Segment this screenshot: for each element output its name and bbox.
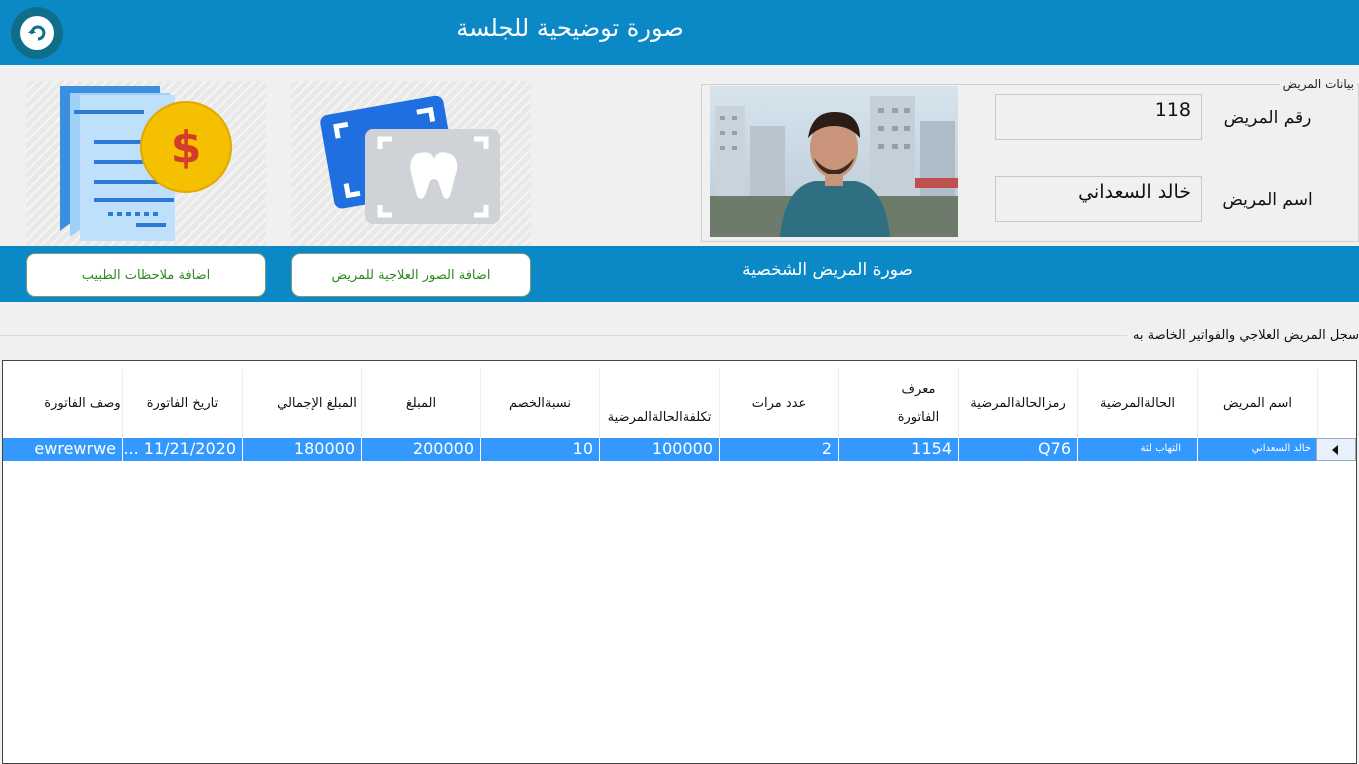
column-header[interactable]: تكلفةالحالةالمرضية xyxy=(600,369,720,438)
treatment-images-tile[interactable] xyxy=(291,81,531,247)
cell-total[interactable]: 180000 xyxy=(243,438,362,461)
column-header[interactable]: وصف الفاتورة xyxy=(3,369,123,438)
row-pointer-icon xyxy=(1332,445,1338,455)
patient-photo xyxy=(710,86,958,237)
column-header[interactable]: رمزالحالةالمرضية xyxy=(959,369,1078,438)
column-header[interactable]: المبلغ xyxy=(362,369,481,438)
cell-condition[interactable]: التهاب لثة xyxy=(1078,438,1198,461)
table-row[interactable]: خالد السعداني التهاب لثة Q76 1154 2 1000… xyxy=(3,438,1356,461)
patient-id-field[interactable]: 118 xyxy=(995,94,1202,140)
svg-text:$: $ xyxy=(171,122,202,173)
records-grid[interactable]: اسم المريض الحالةالمرضية رمزالحالةالمرضي… xyxy=(2,360,1357,764)
back-button[interactable] xyxy=(11,7,63,59)
patient-info-legend: بيانات المريض xyxy=(1279,77,1357,91)
cell-invoice-id[interactable]: 1154 xyxy=(839,438,959,461)
invoice-document-icon: $ xyxy=(60,86,232,241)
undo-arrow-icon xyxy=(20,16,54,50)
page-title: صورة توضيحية للجلسة xyxy=(456,14,684,42)
cell-condition-code[interactable]: Q76 xyxy=(959,438,1078,461)
column-header[interactable]: الحالةالمرضية xyxy=(1078,369,1198,438)
column-header[interactable]: تاريخ الفاتورة xyxy=(123,369,243,438)
cell-discount[interactable]: 10 xyxy=(481,438,600,461)
patient-id-label: رقم المريض xyxy=(1223,108,1312,128)
cell-patient-name[interactable]: خالد السعداني xyxy=(1198,438,1318,461)
grid-header: اسم المريض الحالةالمرضية رمزالحالةالمرضي… xyxy=(3,361,1356,438)
column-header[interactable]: عدد مرات xyxy=(720,369,839,438)
patient-name-field[interactable]: خالد السعداني xyxy=(995,176,1202,222)
cell-invoice-date[interactable]: 11/21/2020 ... xyxy=(123,438,243,461)
cell-count[interactable]: 2 xyxy=(720,438,839,461)
column-header[interactable]: اسم المريض xyxy=(1198,369,1318,438)
cell-invoice-description[interactable]: ewrewrwe xyxy=(3,438,123,461)
add-treatment-images-button[interactable]: اضافة الصور العلاجية للمريض xyxy=(291,253,531,297)
add-doctor-notes-button[interactable]: اضافة ملاحظات الطبيب xyxy=(26,253,266,297)
patient-photo-caption: صورة المريض الشخصية xyxy=(742,260,913,280)
cell-amount[interactable]: 200000 xyxy=(362,438,481,461)
column-header[interactable]: معرف الفاتورة xyxy=(839,369,959,438)
column-header[interactable]: المبلغ الإجمالي xyxy=(243,369,362,438)
cell-condition-cost[interactable]: 100000 xyxy=(600,438,720,461)
header-bar: صورة توضيحية للجلسة xyxy=(0,0,1359,65)
column-header[interactable]: نسبةالخصم xyxy=(481,369,600,438)
records-title: سجل المريض العلاجي والفواتير الخاصة به xyxy=(1126,328,1359,343)
patient-name-label: اسم المريض xyxy=(1222,190,1313,210)
row-selector[interactable] xyxy=(1316,438,1356,461)
dental-xray-icon xyxy=(320,95,500,224)
doctor-notes-tile[interactable]: $ xyxy=(26,81,266,247)
